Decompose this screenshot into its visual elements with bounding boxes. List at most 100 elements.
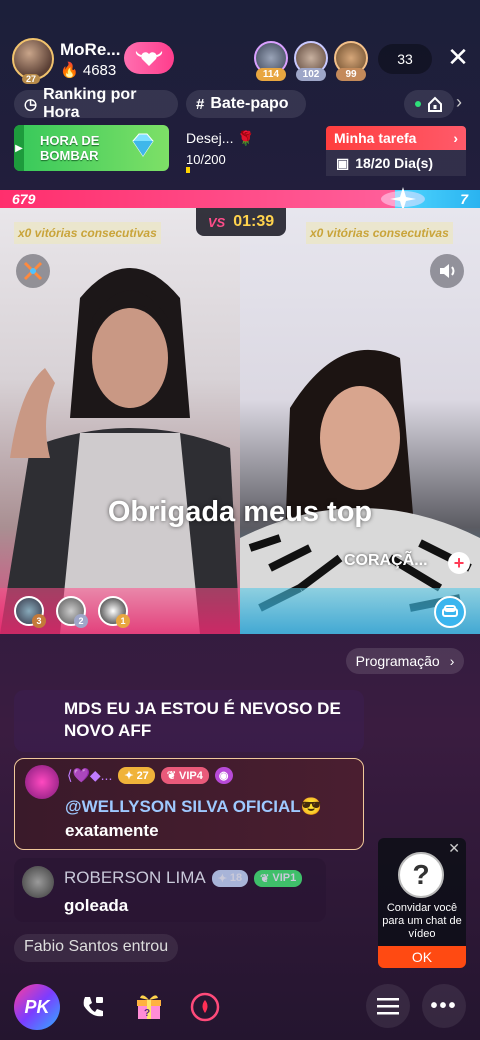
wing-icon: ❦ bbox=[166, 770, 177, 782]
vip-badge: ❦ VIP1 bbox=[254, 869, 303, 887]
heart-wings-icon bbox=[135, 51, 163, 66]
wish-value: 10/200 bbox=[186, 152, 226, 167]
chat-message-text: goleada bbox=[64, 896, 129, 915]
level-badge: ✦ 27 bbox=[118, 767, 155, 784]
close-icon[interactable]: ✕ bbox=[444, 42, 472, 72]
programacao-label: Programação bbox=[355, 653, 440, 669]
pk-timer: VS 01:39 bbox=[196, 208, 286, 236]
star-icon: ✦ bbox=[217, 872, 227, 885]
streak-right: x0 vitórias consecutivas bbox=[306, 222, 453, 244]
more-options-icon[interactable]: ••• bbox=[422, 984, 466, 1028]
opponent-name[interactable]: CORAÇÃ... bbox=[344, 552, 428, 570]
speaker-icon[interactable] bbox=[430, 254, 464, 288]
gifter-avatar[interactable]: 2 bbox=[56, 596, 88, 628]
follow-button[interactable] bbox=[124, 42, 174, 74]
bombar-label: HORA DE BOMBAR bbox=[40, 133, 100, 163]
invite-text: Convidar você para um chat de vídeo bbox=[382, 902, 462, 940]
host-likes: 🔥 4683 bbox=[60, 61, 120, 79]
host-avatar[interactable]: 27 bbox=[12, 38, 54, 84]
diamond-icon bbox=[132, 133, 154, 157]
sofa-icon[interactable] bbox=[434, 596, 466, 628]
online-dot-icon bbox=[415, 101, 421, 107]
close-icon[interactable]: ✕ bbox=[448, 840, 460, 857]
home-pill[interactable] bbox=[404, 90, 454, 118]
host-likes-count: 4683 bbox=[82, 61, 117, 79]
gift-icon[interactable]: ? bbox=[128, 986, 170, 1028]
chat-avatar[interactable] bbox=[25, 765, 59, 799]
level-badge: ✦ 18 bbox=[211, 869, 249, 887]
programacao-button[interactable]: Programação › bbox=[346, 648, 464, 674]
chat-badges: ⟨💜◆... ✦ 27 ❦ VIP4 ◉ bbox=[67, 767, 233, 784]
chevron-right-icon: › bbox=[449, 653, 455, 669]
overlay-caption: Obrigada meus top bbox=[107, 496, 373, 528]
gifter-rank: 3 bbox=[32, 614, 46, 628]
chat-message-text: exatamente bbox=[65, 821, 159, 840]
chat-message[interactable]: ⟨💜◆... ✦ 27 ❦ VIP4 ◉ @WELLYSON SILVA OFICI… bbox=[14, 758, 364, 850]
guardian-icon: ◉ bbox=[214, 767, 233, 784]
top-viewer-3[interactable]: 99 bbox=[334, 41, 368, 81]
task-header[interactable]: Minha tarefa › bbox=[326, 126, 466, 150]
wish-title: Desej... 🌹 bbox=[186, 130, 255, 146]
gifter-rank: 2 bbox=[74, 614, 88, 628]
menu-icon[interactable] bbox=[366, 984, 410, 1028]
top-viewer-2[interactable]: 102 bbox=[294, 41, 328, 81]
timer-value: 01:39 bbox=[233, 213, 275, 230]
home-icon bbox=[428, 96, 442, 112]
calendar-icon: ▣ bbox=[336, 154, 350, 171]
wish-progress-bar bbox=[186, 167, 190, 173]
viewer-rank-badge: 102 bbox=[296, 68, 326, 81]
gifter-avatar[interactable]: 1 bbox=[98, 596, 130, 628]
join-notice: Fabio Santos entrou bbox=[14, 934, 179, 962]
host-chip[interactable]: 27 MoRe... 🔥 4683 bbox=[12, 36, 122, 84]
host-level-badge: 27 bbox=[22, 74, 41, 84]
chat-mention[interactable]: @WELLYSON SILVA OFICIAL😎 bbox=[65, 797, 322, 817]
streak-left: x0 vitórias consecutivas bbox=[14, 222, 161, 244]
pk-score-bar: 679 7 bbox=[0, 187, 480, 211]
task-card[interactable]: Minha tarefa › ▣ 18/20 Dia(s) bbox=[326, 126, 466, 176]
viewer-rank-badge: 99 bbox=[336, 68, 366, 81]
chat-username: ROBERSON LIMA bbox=[64, 868, 206, 887]
chat-label: Bate-papo bbox=[210, 95, 289, 112]
video-chat-invite[interactable]: ✕ ? Convidar você para um chat de vídeo … bbox=[378, 838, 466, 968]
chat-avatar[interactable] bbox=[22, 866, 54, 898]
wing-icon: ❦ bbox=[260, 872, 270, 885]
rose-gift-icon[interactable] bbox=[184, 986, 226, 1028]
gifter-avatar[interactable]: 3 bbox=[14, 596, 46, 628]
follow-opponent-button[interactable]: + bbox=[448, 552, 470, 574]
vip-badge: ❦ VIP4 bbox=[160, 767, 209, 784]
question-avatar-icon: ? bbox=[398, 852, 444, 898]
hashtag-icon: # bbox=[196, 95, 205, 113]
chat-user[interactable]: ROBERSON LIMA ✦ 18 ❦ VIP1 bbox=[64, 868, 303, 888]
svg-text:?: ? bbox=[144, 1008, 150, 1019]
chat-message-text: MDS EU JA ESTOU É NEVOSO DE NOVO AFF bbox=[64, 699, 341, 740]
hora-de-bombar-banner[interactable]: ▶ HORA DE BOMBAR bbox=[14, 125, 169, 171]
host-name: MoRe... bbox=[60, 39, 121, 59]
task-days-label: 18/20 Dia(s) bbox=[355, 155, 434, 171]
flame-icon: 🔥 bbox=[60, 61, 79, 79]
chevron-right-icon[interactable]: › bbox=[456, 92, 462, 113]
viewer-rank-badge: 114 bbox=[256, 68, 286, 81]
rose-icon: 🌹 bbox=[237, 130, 255, 146]
ranking-label: Ranking por Hora bbox=[43, 86, 137, 121]
top-viewer-1[interactable]: 114 bbox=[254, 41, 288, 81]
ranking-pill[interactable]: ◷ Ranking por Hora bbox=[14, 86, 178, 121]
play-icon: ▶ bbox=[14, 125, 24, 171]
chat-message[interactable]: MDS EU JA ESTOU É NEVOSO DE NOVO AFF bbox=[14, 690, 364, 752]
chevron-right-icon: › bbox=[453, 130, 458, 146]
chat-message[interactable]: ROBERSON LIMA ✦ 18 ❦ VIP1 goleada bbox=[14, 858, 326, 922]
gifter-rank: 1 bbox=[116, 614, 130, 628]
wish-progress[interactable]: Desej... 🌹 10/200 bbox=[186, 130, 255, 173]
invite-ok-button[interactable]: OK bbox=[378, 946, 466, 968]
chat-pill[interactable]: # Bate-papo bbox=[186, 90, 306, 118]
task-title: Minha tarefa bbox=[334, 130, 417, 146]
task-days: ▣ 18/20 Dia(s) bbox=[326, 150, 466, 176]
video-call-icon[interactable] bbox=[72, 986, 114, 1028]
star-icon: ✦ bbox=[124, 770, 134, 782]
clock-icon: ◷ bbox=[24, 96, 38, 113]
pk-swords-icon[interactable] bbox=[16, 254, 50, 288]
username-glyphs-icon: ⟨💜◆... bbox=[67, 767, 113, 783]
vs-label: VS bbox=[207, 214, 226, 230]
pk-button[interactable]: PK bbox=[14, 984, 60, 1030]
viewer-count[interactable]: 33 bbox=[378, 44, 432, 74]
pk-left-score: 679 bbox=[0, 190, 395, 208]
